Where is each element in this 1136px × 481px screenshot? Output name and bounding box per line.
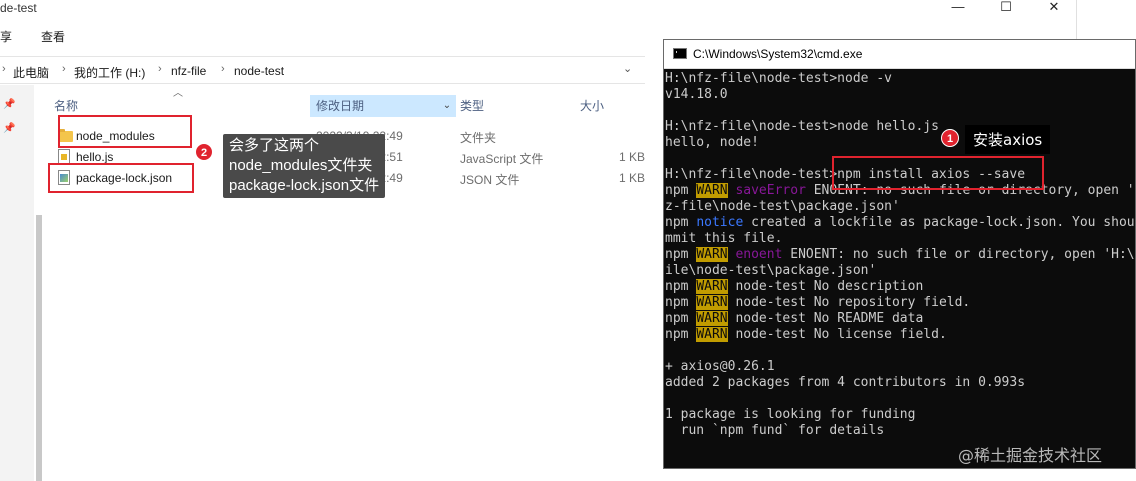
cmd-line: z-file\node-test\package.json' xyxy=(665,199,900,214)
npm-warn-tag: WARN xyxy=(696,247,728,262)
cmd-line: ile\node-test\package.json' xyxy=(665,263,877,278)
column-date[interactable]: 修改日期 xyxy=(310,95,456,117)
cmd-line xyxy=(665,343,1135,359)
cmd-window[interactable]: C:\Windows\System32\cmd.exe H:\nfz-file\… xyxy=(663,39,1136,469)
cmd-line: npm WARN enoent ENOENT: no such file or … xyxy=(665,247,1136,262)
cmd-line: added 2 packages from 4 contributors in … xyxy=(665,375,1026,390)
highlight-npm-install xyxy=(832,156,1044,190)
column-type[interactable]: 类型 xyxy=(454,95,572,117)
nav-scrollbar-thumb[interactable] xyxy=(36,215,42,481)
npm-warn-tag: WARN xyxy=(696,311,728,326)
pin-icon[interactable]: 📌 xyxy=(3,99,15,110)
cmd-title: C:\Windows\System32\cmd.exe xyxy=(693,47,863,61)
cmd-line: mmit this file. xyxy=(665,231,783,246)
highlight-package-lock xyxy=(48,163,194,193)
cmd-line: H:\nfz-file\node-test>node hello.js xyxy=(665,119,939,134)
address-bar[interactable]: › 此电脑 › 我的工作 (H:) › nfz-file › node-test… xyxy=(0,56,645,84)
chevron-down-icon[interactable]: ⌄ xyxy=(439,96,455,116)
file-name: hello.js xyxy=(76,150,114,164)
highlight-node-modules xyxy=(58,115,192,148)
npm-error-code: enoent xyxy=(735,247,783,262)
cmd-titlebar: C:\Windows\System32\cmd.exe xyxy=(664,40,1135,69)
cmd-line: npm WARN node-test No repository field. xyxy=(665,295,971,310)
file-type: JavaScript 文件 xyxy=(460,152,544,166)
cmd-line: hello, node! xyxy=(665,135,759,150)
cmd-line: run `npm fund` for details xyxy=(665,423,885,438)
breadcrumb-node-test[interactable]: node-test xyxy=(234,64,284,78)
maximize-icon[interactable]: ☐ xyxy=(983,0,1029,16)
navigation-pane: 📌 📌 xyxy=(0,85,34,481)
cmd-line: v14.18.0 xyxy=(665,87,728,102)
npm-notice-tag: notice xyxy=(696,215,744,230)
cmd-line: + axios@0.26.1 xyxy=(665,359,775,374)
javascript-file-icon xyxy=(58,149,70,164)
chevron-right-icon: › xyxy=(221,63,225,75)
window-title: de-test xyxy=(0,1,37,15)
annotation-badge-1: 1 xyxy=(941,129,959,147)
column-header-row: 名称 修改日期 类型 大小 xyxy=(44,95,664,117)
cmd-line: npm WARN node-test No README data xyxy=(665,311,924,326)
cmd-line: npm notice created a lockfile as package… xyxy=(665,215,1136,230)
cmd-line: H:\nfz-file\node-test>node -v xyxy=(665,71,892,86)
cmd-line: npm WARN node-test No license field. xyxy=(665,327,947,342)
npm-warn-tag: WARN xyxy=(696,279,728,294)
chevron-right-icon: › xyxy=(62,63,66,75)
column-size[interactable]: 大小 xyxy=(574,95,654,117)
chevron-right-icon: › xyxy=(2,63,6,75)
annotation-badge-2: 2 xyxy=(195,143,213,161)
close-icon[interactable]: ✕ xyxy=(1031,0,1077,16)
npm-warn-tag: WARN xyxy=(696,295,728,310)
file-type: JSON 文件 xyxy=(460,173,520,187)
file-type: 文件夹 xyxy=(460,131,497,145)
cmd-output[interactable]: H:\nfz-file\node-test>node -v v14.18.0 H:\… xyxy=(664,69,1136,468)
cmd-line xyxy=(665,103,1135,119)
console-icon xyxy=(673,48,687,59)
tab-view[interactable]: 查看 xyxy=(41,28,65,45)
cmd-line xyxy=(665,391,1135,407)
breadcrumb-drive[interactable]: 我的工作 (H:) xyxy=(74,64,145,81)
breadcrumb-nfz-file[interactable]: nfz-file xyxy=(171,64,206,78)
annotation-label-1: 安装axios xyxy=(965,125,1051,154)
chevron-right-icon: › xyxy=(158,63,162,75)
breadcrumb-this-pc[interactable]: 此电脑 xyxy=(13,64,49,81)
column-name[interactable]: 名称 xyxy=(48,95,308,117)
file-size: 1 KB xyxy=(618,171,645,185)
explorer-titlebar: de-test — ☐ ✕ xyxy=(0,0,1076,22)
npm-warn-tag: WARN xyxy=(696,327,728,342)
chevron-down-icon[interactable]: ⌄ xyxy=(623,62,632,75)
npm-error-code: saveError xyxy=(735,183,806,198)
pin-icon[interactable]: 📌 xyxy=(3,123,15,134)
tab-share[interactable]: 享 xyxy=(0,28,12,45)
background-window-edge xyxy=(1076,0,1136,39)
file-size: 1 KB xyxy=(618,150,645,164)
annotation-callout-2: 会多了这两个 node_modules文件夹 package-lock.json… xyxy=(223,134,386,198)
cmd-line: 1 package is looking for funding xyxy=(665,407,916,422)
npm-warn-tag: WARN xyxy=(696,183,728,198)
watermark: @稀土掘金技术社区 xyxy=(958,446,1103,465)
minimize-icon[interactable]: — xyxy=(935,0,981,16)
cmd-line: npm WARN node-test No description xyxy=(665,279,924,294)
